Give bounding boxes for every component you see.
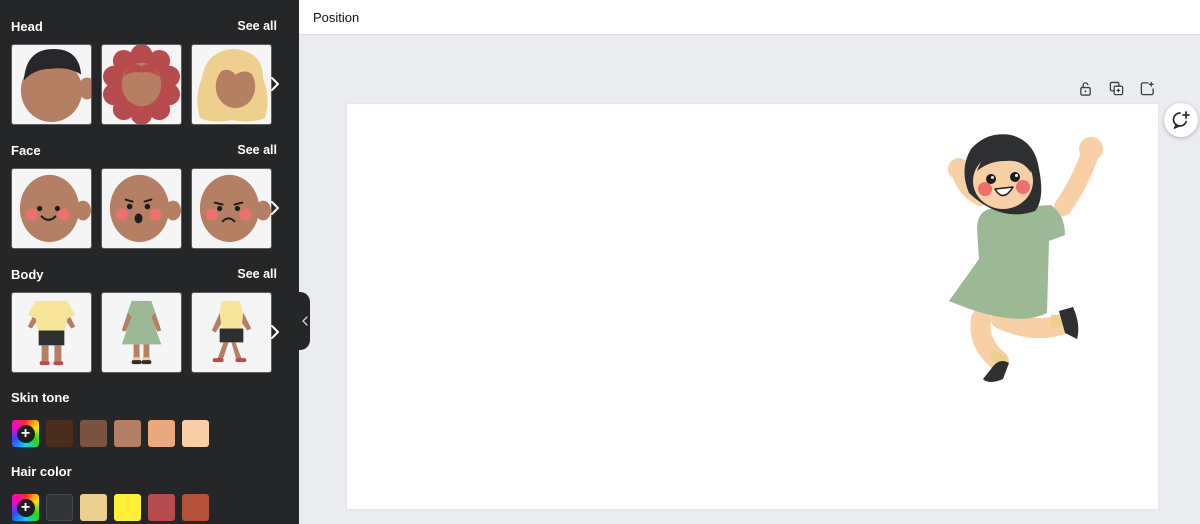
face-next-arrow[interactable] [266,194,284,222]
skin-tone-swatch[interactable] [46,420,73,447]
hair-color-swatch[interactable] [80,494,107,521]
face-surprised-illustration [109,174,181,243]
duplicate-icon [1109,81,1123,95]
plus-icon: + [16,498,35,517]
hair-color-section-title: Hair color [11,463,72,479]
body-section-title: Body [11,266,44,282]
hair-color-swatch[interactable] [114,494,141,521]
body-see-all-link[interactable]: See all [237,267,277,281]
body-next-arrow[interactable] [266,318,284,346]
face-section-title: Face [11,142,41,158]
face-option-surprised[interactable] [101,168,182,249]
add-page-icon [1140,81,1154,95]
add-hair-color-button[interactable]: + [12,494,39,521]
body-green-dress-illustration [121,300,162,365]
head-section-title: Head [11,18,43,34]
chevron-right-icon [271,77,279,91]
face-see-all-link[interactable]: See all [237,143,277,157]
plus-icon: + [16,424,35,443]
head-options [11,44,272,125]
duplicate-page-button[interactable] [1107,79,1125,97]
skin-tone-swatch[interactable] [148,420,175,447]
chevron-left-icon [301,316,308,326]
hair-color-swatch[interactable] [46,494,73,521]
chevron-right-icon [271,325,279,339]
face-sad-illustration [199,174,271,243]
lock-icon [1079,81,1091,96]
skin-tone-swatch[interactable] [114,420,141,447]
character-illustration[interactable] [941,129,1121,389]
add-skin-tone-button[interactable]: + [12,420,39,447]
skin-tone-swatch[interactable] [182,420,209,447]
head-option-short-black-hair[interactable] [11,44,92,125]
head-section-header: Head See all [11,17,277,35]
head-option-blonde-wavy-hair[interactable] [191,44,272,125]
chevron-right-icon [271,201,279,215]
editor-toolbar: Position [299,0,1200,35]
body-section-header: Body See all [11,265,277,283]
hair-color-section-header: Hair color [11,462,277,480]
face-section-header: Face See all [11,141,277,159]
skin-tone-section-title: Skin tone [11,389,70,405]
add-comment-icon [1172,111,1190,129]
side-panel: Head See all Face See all Body See all S… [0,0,299,524]
body-option-tshirt-shorts[interactable] [11,292,92,373]
body-walking-shorts-illustration [211,300,252,363]
head-option-curly-red-hair[interactable] [101,44,182,125]
head-curly-red-hair-illustration [102,45,181,124]
hair-color-swatch[interactable] [182,494,209,521]
add-comment-button[interactable] [1164,103,1198,137]
face-options [11,168,272,249]
face-option-smiling[interactable] [11,168,92,249]
page-tools [1076,79,1156,97]
skin-tone-section-header: Skin tone [11,388,277,406]
add-page-button[interactable] [1138,79,1156,97]
face-smiling-illustration [19,174,91,243]
body-tshirt-shorts-illustration [27,300,76,366]
head-blonde-wavy-hair-illustration [197,48,268,122]
position-button[interactable]: Position [313,10,359,25]
body-option-walking-shorts[interactable] [191,292,272,373]
skin-tone-swatches: + [12,420,209,447]
head-see-all-link[interactable]: See all [237,19,277,33]
body-options [11,292,272,373]
head-short-black-hair-illustration [20,48,91,123]
design-page[interactable] [347,104,1158,509]
hair-color-swatches: + [12,494,209,521]
hair-color-swatch[interactable] [148,494,175,521]
head-next-arrow[interactable] [266,70,284,98]
face-option-sad[interactable] [191,168,272,249]
collapse-panel-handle[interactable] [299,292,310,350]
body-option-green-dress[interactable] [101,292,182,373]
lock-page-button[interactable] [1076,79,1094,97]
skin-tone-swatch[interactable] [80,420,107,447]
